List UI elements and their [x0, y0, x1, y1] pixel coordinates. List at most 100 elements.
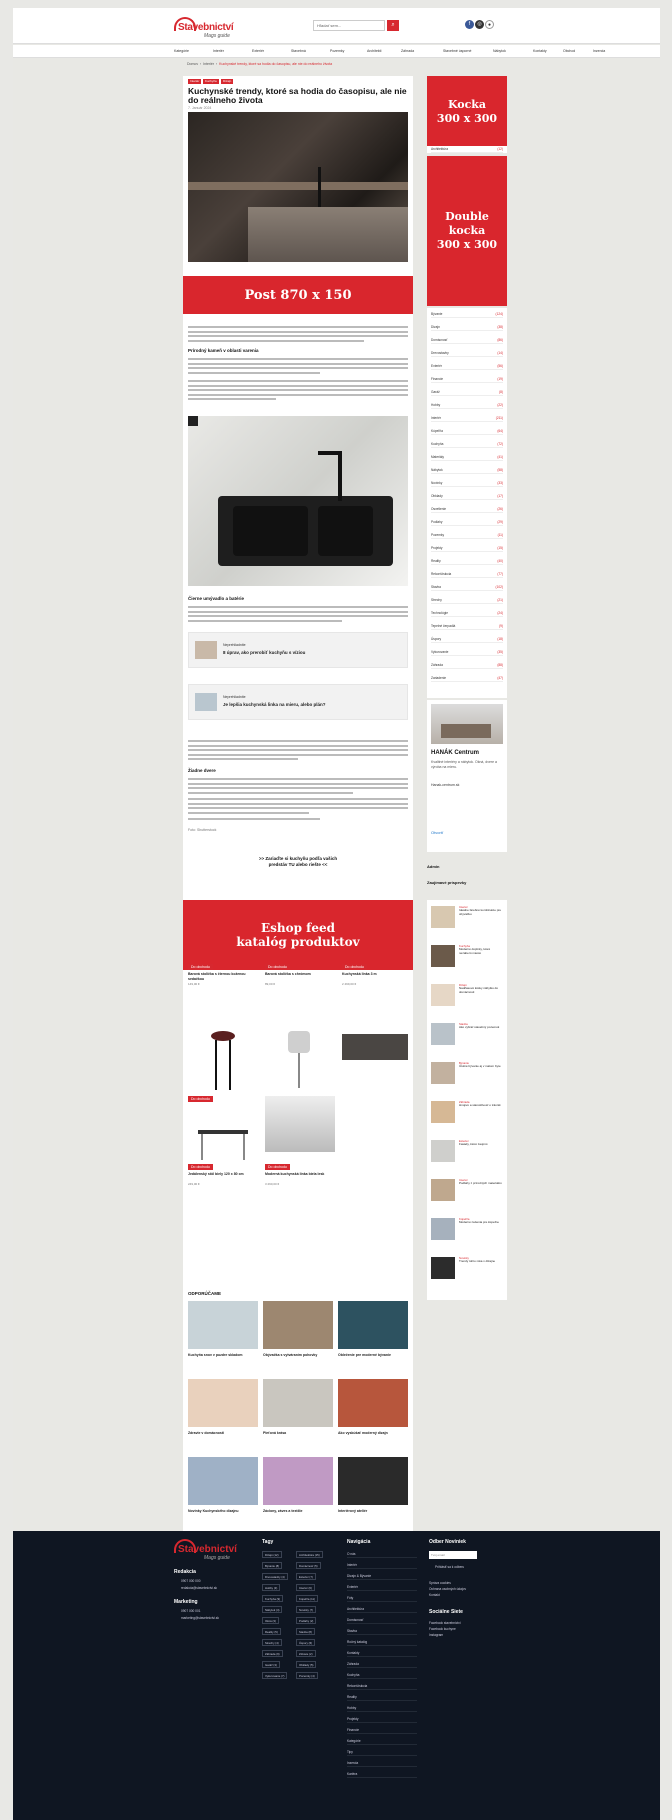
sidebar-category[interactable]: Strechy (21) [431, 597, 503, 604]
post-title[interactable]: Moderné doplnky, ktoré nezaberú miesto [459, 947, 503, 956]
product-image[interactable] [265, 1096, 335, 1152]
post-title[interactable]: Podlahy z prírodných materiálov [459, 1181, 503, 1186]
nav-item[interactable]: Interiér [213, 49, 224, 53]
sidebar-category[interactable]: Domácnosť (86) [431, 337, 503, 344]
interesting-post[interactable]: Stavba Ako vybrať stavebný pozemok [431, 1021, 503, 1054]
interesting-post[interactable]: Exteriér Fasády, ktoré zaujmú [431, 1138, 503, 1171]
post-title[interactable]: Ako vybrať stavebný pozemok [459, 1025, 503, 1030]
sidebar-category[interactable]: Projekty (15) [431, 545, 503, 552]
site-logo[interactable]: Stavebnictví Mags guide [174, 17, 242, 41]
recommend-image[interactable] [188, 1457, 258, 1505]
related-box[interactable]: Neprehliadnite 8 úprav, ako prerobiť kuc… [188, 632, 408, 668]
footer-tag[interactable]: Kúpeľňa (11) [296, 1595, 319, 1602]
sidebar-category[interactable]: Pozemky (11) [431, 532, 503, 539]
nav-item[interactable]: Obchod [563, 49, 575, 53]
nav-item[interactable]: Kategórie [174, 49, 189, 53]
product-name[interactable]: Barová stolička s čiernou koženou sedačk… [188, 972, 256, 981]
footer-nav-item[interactable]: Stavba [347, 1628, 417, 1635]
product-badge[interactable]: Do obchodu [265, 964, 290, 970]
nav-item[interactable]: Stavebné úsporné [443, 49, 471, 53]
footer-social-link[interactable]: Facebook stavebnictvi [429, 1621, 461, 1625]
footer-tag[interactable]: Stavba (8) [296, 1628, 315, 1635]
sidebar-category[interactable]: Kúpeľňa (64) [431, 428, 503, 435]
interesting-post[interactable]: Dizajn Nadčasové kúsky nábytku do domácno… [431, 982, 503, 1015]
product-image[interactable] [193, 1122, 253, 1162]
footer-nav-item[interactable]: Financie [347, 1727, 417, 1734]
article-tag[interactable]: Interiér [188, 79, 202, 84]
related-title[interactable]: 8 úprav, ako prerobiť kuchyňu s víziou [223, 650, 305, 655]
footer-marketing-mail[interactable]: marketing@stavebnictvi.sk [181, 1616, 219, 1620]
footer-tag[interactable]: Hobby (3) [262, 1584, 281, 1591]
interesting-post[interactable]: Interiér Ideálne farebné kombinácie pre o… [431, 904, 503, 937]
recommend-title[interactable]: Novinky Kuchynského dizajnu [188, 1509, 258, 1514]
recommend-image[interactable] [338, 1457, 408, 1505]
recommend-title[interactable]: Oblečenie pre moderné bývanie [338, 1353, 408, 1358]
footer-nav-item[interactable]: Dizajn & Bývanie [347, 1573, 417, 1580]
footer-nav-item[interactable]: Architektúra [347, 1606, 417, 1613]
sidebar-category[interactable]: Hobby (22) [431, 402, 503, 409]
nav-item[interactable]: Záhrada [401, 49, 414, 53]
footer-nav-item[interactable]: Záhrada [347, 1661, 417, 1668]
product-badge[interactable]: Do obchodu [188, 1096, 213, 1102]
footer-tag[interactable]: Vykurovanie (7) [262, 1672, 288, 1679]
ad-double-kocka[interactable]: Double kocka 300 x 300 [427, 156, 507, 306]
footer-nav-item[interactable]: Domácnosť [347, 1617, 417, 1624]
hanak-more-link[interactable]: Otvoriť [431, 830, 443, 835]
sidebar-category[interactable]: Kuchyňa (72) [431, 441, 503, 448]
recommend-title[interactable]: Ako vyskúšať moderný dizajn [338, 1431, 408, 1436]
instagram-icon[interactable]: ◎ [475, 20, 484, 29]
recommend-image[interactable] [338, 1379, 408, 1427]
product-image[interactable] [270, 1026, 330, 1096]
nav-item[interactable]: Architekti [367, 49, 381, 53]
sidebar-category[interactable]: Dizajn (38) [431, 324, 503, 331]
user-icon[interactable]: ● [485, 20, 494, 29]
post-thumbnail[interactable] [431, 1023, 455, 1045]
footer-tag[interactable]: Interiér (6) [296, 1584, 315, 1591]
footer-link[interactable]: Správa cookies [429, 1581, 451, 1585]
product-badge[interactable]: Do obchodu [188, 1164, 213, 1170]
post-title[interactable]: Moderné riešenia pre kúpeľne [459, 1220, 503, 1225]
post-title[interactable]: Trendy tohto roka v dizajne [459, 1259, 503, 1264]
footer-link[interactable]: Ochrana osobných údajov [429, 1587, 466, 1591]
footer-tag[interactable]: Reality (5) [262, 1628, 281, 1635]
footer-nav-item[interactable]: Kontakty [347, 1650, 417, 1657]
footer-tag[interactable]: Garáž (3) [262, 1661, 280, 1668]
footer-tag[interactable]: Drevostavby (4) [262, 1573, 288, 1580]
ad-banner-post[interactable]: Post 870 x 150 [183, 276, 413, 314]
sidebar-category[interactable]: Osvetlenie (26) [431, 506, 503, 513]
recommend-image[interactable] [263, 1379, 333, 1427]
nav-item[interactable]: Kontakty [533, 49, 547, 53]
footer-link[interactable]: Kontakt [429, 1593, 440, 1597]
footer-tag[interactable]: Úspory (6) [296, 1639, 316, 1646]
interesting-post[interactable]: Interiér Podlahy z prírodných materiálov [431, 1177, 503, 1210]
footer-tag[interactable]: Bývanie (8) [262, 1562, 283, 1569]
ad-banner-eshop[interactable]: Eshop feed katalóg produktov [183, 900, 413, 970]
footer-nav-item[interactable]: Inzercia [347, 1760, 417, 1767]
sidebar-category[interactable]: Stavba (102) [431, 584, 503, 591]
breadcrumb-home[interactable]: Domov [187, 62, 198, 66]
interesting-post[interactable]: Záhrada Hnojivo a starostlivosť o trávnik [431, 1099, 503, 1132]
footer-nav-item[interactable]: Projekty [347, 1716, 417, 1723]
related-title[interactable]: Je lepšia kuchynská linka na mieru, aleb… [223, 702, 326, 707]
hanak-link[interactable]: Hanak-centrum.sk [431, 783, 459, 787]
recommend-image[interactable] [188, 1301, 258, 1349]
sidebar-category[interactable]: Interiér (211) [431, 415, 503, 422]
footer-marketing-phone[interactable]: 0907 000 001 [181, 1609, 201, 1613]
footer-tag[interactable]: Architektúra (15) [296, 1551, 323, 1558]
footer-tag[interactable]: Pozemky (4) [296, 1672, 318, 1679]
footer-nav-item[interactable]: Kategórie [347, 1738, 417, 1745]
footer-tag[interactable]: Dizajn (12) [262, 1551, 282, 1558]
footer-nav-item[interactable]: Ročný katalóg [347, 1639, 417, 1646]
footer-tag[interactable]: Okná (3) [262, 1617, 279, 1624]
footer-tag[interactable]: Domácnosť (5) [296, 1562, 321, 1569]
sidebar-category[interactable]: Nábytok (58) [431, 467, 503, 474]
product-name[interactable]: Barová stolička s chrómom [265, 972, 333, 977]
footer-nav-item[interactable]: Interiér [347, 1562, 417, 1569]
product-name[interactable]: Jedálenský stôl biely 120 x 80 cm [188, 1172, 256, 1177]
recommend-title[interactable]: Pleťová krása [263, 1431, 333, 1436]
sidebar-cat-row[interactable]: Architektúra (12) [427, 146, 507, 153]
post-title[interactable]: Nadčasové kúsky nábytku do domácnosti [459, 986, 503, 995]
sidebar-category[interactable]: Podlahy (29) [431, 519, 503, 526]
footer-tag[interactable]: Exteriér (7) [296, 1573, 316, 1580]
product-image[interactable] [342, 1034, 408, 1060]
